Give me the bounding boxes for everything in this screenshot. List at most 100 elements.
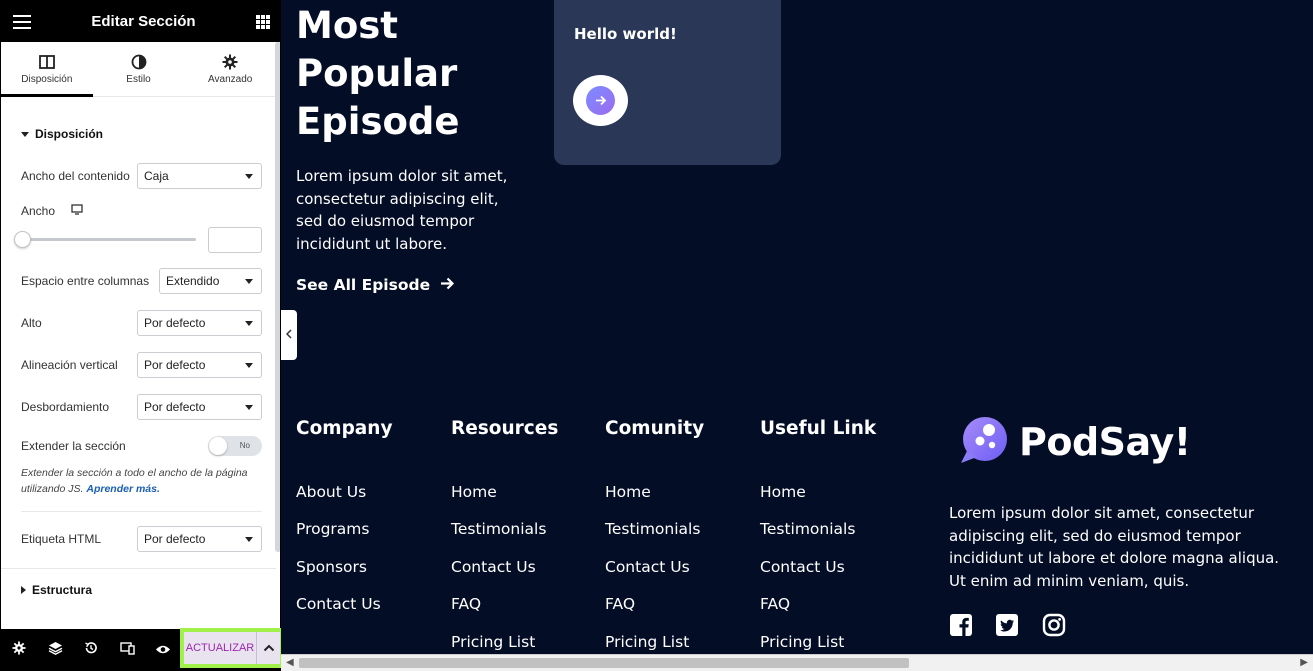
learn-more-link[interactable]: Aprender más.: [86, 483, 160, 495]
tab-advanced[interactable]: Avanzado: [184, 42, 276, 96]
footer-link[interactable]: FAQ: [451, 595, 481, 613]
footer-link[interactable]: Contact Us: [296, 595, 381, 613]
vertical-align-value: Por defecto: [144, 358, 206, 372]
history-button[interactable]: [73, 629, 109, 670]
footer-link[interactable]: FAQ: [760, 595, 790, 613]
section-layout-label: Disposición: [35, 127, 104, 141]
scroll-left-icon[interactable]: ◀: [286, 657, 294, 668]
height-select[interactable]: Por defecto: [137, 310, 262, 336]
chevron-down-icon: [245, 536, 253, 542]
gear-icon: [12, 641, 26, 660]
footer-link[interactable]: Contact Us: [605, 558, 690, 576]
vertical-align-label: Alineación vertical: [21, 358, 118, 372]
html-tag-value: Por defecto: [144, 532, 206, 546]
desktop-icon[interactable]: [71, 202, 83, 220]
footer-link[interactable]: Home: [451, 483, 497, 501]
caret-down-icon: [21, 131, 29, 137]
contrast-icon: [131, 53, 147, 71]
settings-button[interactable]: [1, 629, 37, 670]
episode-card[interactable]: Hello world!: [554, 0, 781, 165]
eye-icon: [155, 642, 171, 660]
navigator-button[interactable]: [37, 629, 73, 670]
content-width-label: Ancho del contenido: [21, 169, 130, 183]
arrow-right-icon: [586, 86, 615, 115]
chevron-down-icon: [245, 278, 253, 284]
section-structure-label: Estructura: [32, 583, 93, 597]
instagram-icon[interactable]: [1042, 613, 1066, 637]
preview-button[interactable]: [145, 629, 181, 670]
width-slider-track[interactable]: [21, 238, 196, 241]
divider: [1, 568, 276, 569]
update-button-group: ACTUALIZAR: [180, 628, 284, 668]
overflow-row: Desbordamiento Por defecto: [21, 394, 262, 420]
footer-link[interactable]: Pricing List: [605, 633, 689, 651]
widgets-grid-icon[interactable]: [255, 14, 270, 29]
footer-link[interactable]: Pricing List: [760, 633, 844, 651]
update-button[interactable]: ACTUALIZAR: [184, 632, 256, 664]
chevron-down-icon: [245, 362, 253, 368]
height-value: Por defecto: [144, 316, 206, 330]
column-gap-select[interactable]: Extendido: [159, 268, 262, 294]
section-structure-header[interactable]: Estructura: [21, 583, 92, 597]
footer-link[interactable]: Programs: [296, 520, 369, 538]
footer-link[interactable]: Home: [605, 483, 651, 501]
width-row: Ancho: [21, 202, 262, 220]
overflow-select[interactable]: Por defecto: [137, 394, 262, 420]
html-tag-label: Etiqueta HTML: [21, 532, 102, 546]
section-layout-header[interactable]: Disposición: [21, 127, 103, 141]
chevron-down-icon: [245, 404, 253, 410]
chevron-down-icon: [245, 173, 253, 179]
column-gap-value: Extendido: [166, 274, 220, 288]
toggle-knob: [209, 437, 227, 455]
facebook-icon[interactable]: [949, 613, 973, 637]
card-arrow-button[interactable]: [573, 75, 628, 126]
panel-header: Editar Sección: [1, 1, 280, 42]
panel-controls: Disposición Ancho del contenido Caja Anc…: [1, 98, 276, 628]
tab-layout[interactable]: Disposición: [1, 42, 93, 97]
brand-logo[interactable]: PodSay!: [949, 415, 1191, 469]
stretch-toggle[interactable]: No: [208, 436, 262, 456]
width-slider-handle[interactable]: [14, 231, 31, 248]
footer-link[interactable]: Testimonials: [451, 520, 546, 538]
caret-right-icon: [21, 586, 26, 594]
footer-link[interactable]: About Us: [296, 483, 366, 501]
html-tag-select[interactable]: Por defecto: [137, 526, 262, 552]
footer-link[interactable]: Testimonials: [760, 520, 855, 538]
twitter-icon[interactable]: [995, 613, 1019, 637]
tab-advanced-label: Avanzado: [208, 74, 253, 85]
brand-description: Lorem ipsum dolor sit amet, consectetur …: [949, 504, 1280, 590]
responsive-mode-button[interactable]: [109, 629, 145, 670]
footer-link[interactable]: Contact Us: [451, 558, 536, 576]
vertical-align-row: Alineación vertical Por defecto: [21, 352, 262, 378]
tab-style[interactable]: Estilo: [93, 42, 185, 96]
vertical-align-select[interactable]: Por defecto: [137, 352, 262, 378]
update-options-button[interactable]: [256, 632, 280, 664]
editor-panel: Editar Sección Disposición Estilo Avanza…: [0, 0, 281, 671]
hamburger-menu-icon[interactable]: [13, 14, 31, 29]
content-width-value: Caja: [144, 169, 169, 183]
horizontal-scrollbar[interactable]: ◀ ▶: [281, 654, 1313, 671]
toggle-text: No: [239, 441, 250, 450]
footer-link[interactable]: Pricing List: [451, 633, 535, 651]
collapse-panel-button[interactable]: [281, 310, 297, 360]
see-all-label: See All Episode: [296, 276, 431, 294]
overflow-label: Desbordamiento: [21, 400, 110, 414]
footer-link[interactable]: Sponsors: [296, 558, 367, 576]
footer-link[interactable]: Home: [760, 483, 806, 501]
footer-link[interactable]: FAQ: [605, 595, 635, 613]
scroll-right-icon[interactable]: ▶: [1300, 657, 1308, 668]
footer-link[interactable]: Contact Us: [760, 558, 845, 576]
footer-link[interactable]: Testimonials: [605, 520, 700, 538]
see-all-link[interactable]: See All Episode: [296, 276, 455, 294]
divider: [21, 511, 262, 512]
brand-name: PodSay!: [1019, 420, 1191, 464]
scrollbar-thumb[interactable]: [299, 658, 909, 668]
width-number-input[interactable]: [208, 227, 262, 253]
stretch-note: Extender la sección a todo el ancho de l…: [21, 465, 266, 497]
panel-title: Editar Sección: [91, 13, 196, 30]
content-width-select[interactable]: Caja: [137, 163, 262, 189]
stretch-label: Extender la sección: [21, 439, 126, 453]
history-icon: [84, 641, 98, 660]
column-gap-label: Espacio entre columnas: [21, 274, 150, 288]
arrow-right-icon: [440, 276, 455, 294]
